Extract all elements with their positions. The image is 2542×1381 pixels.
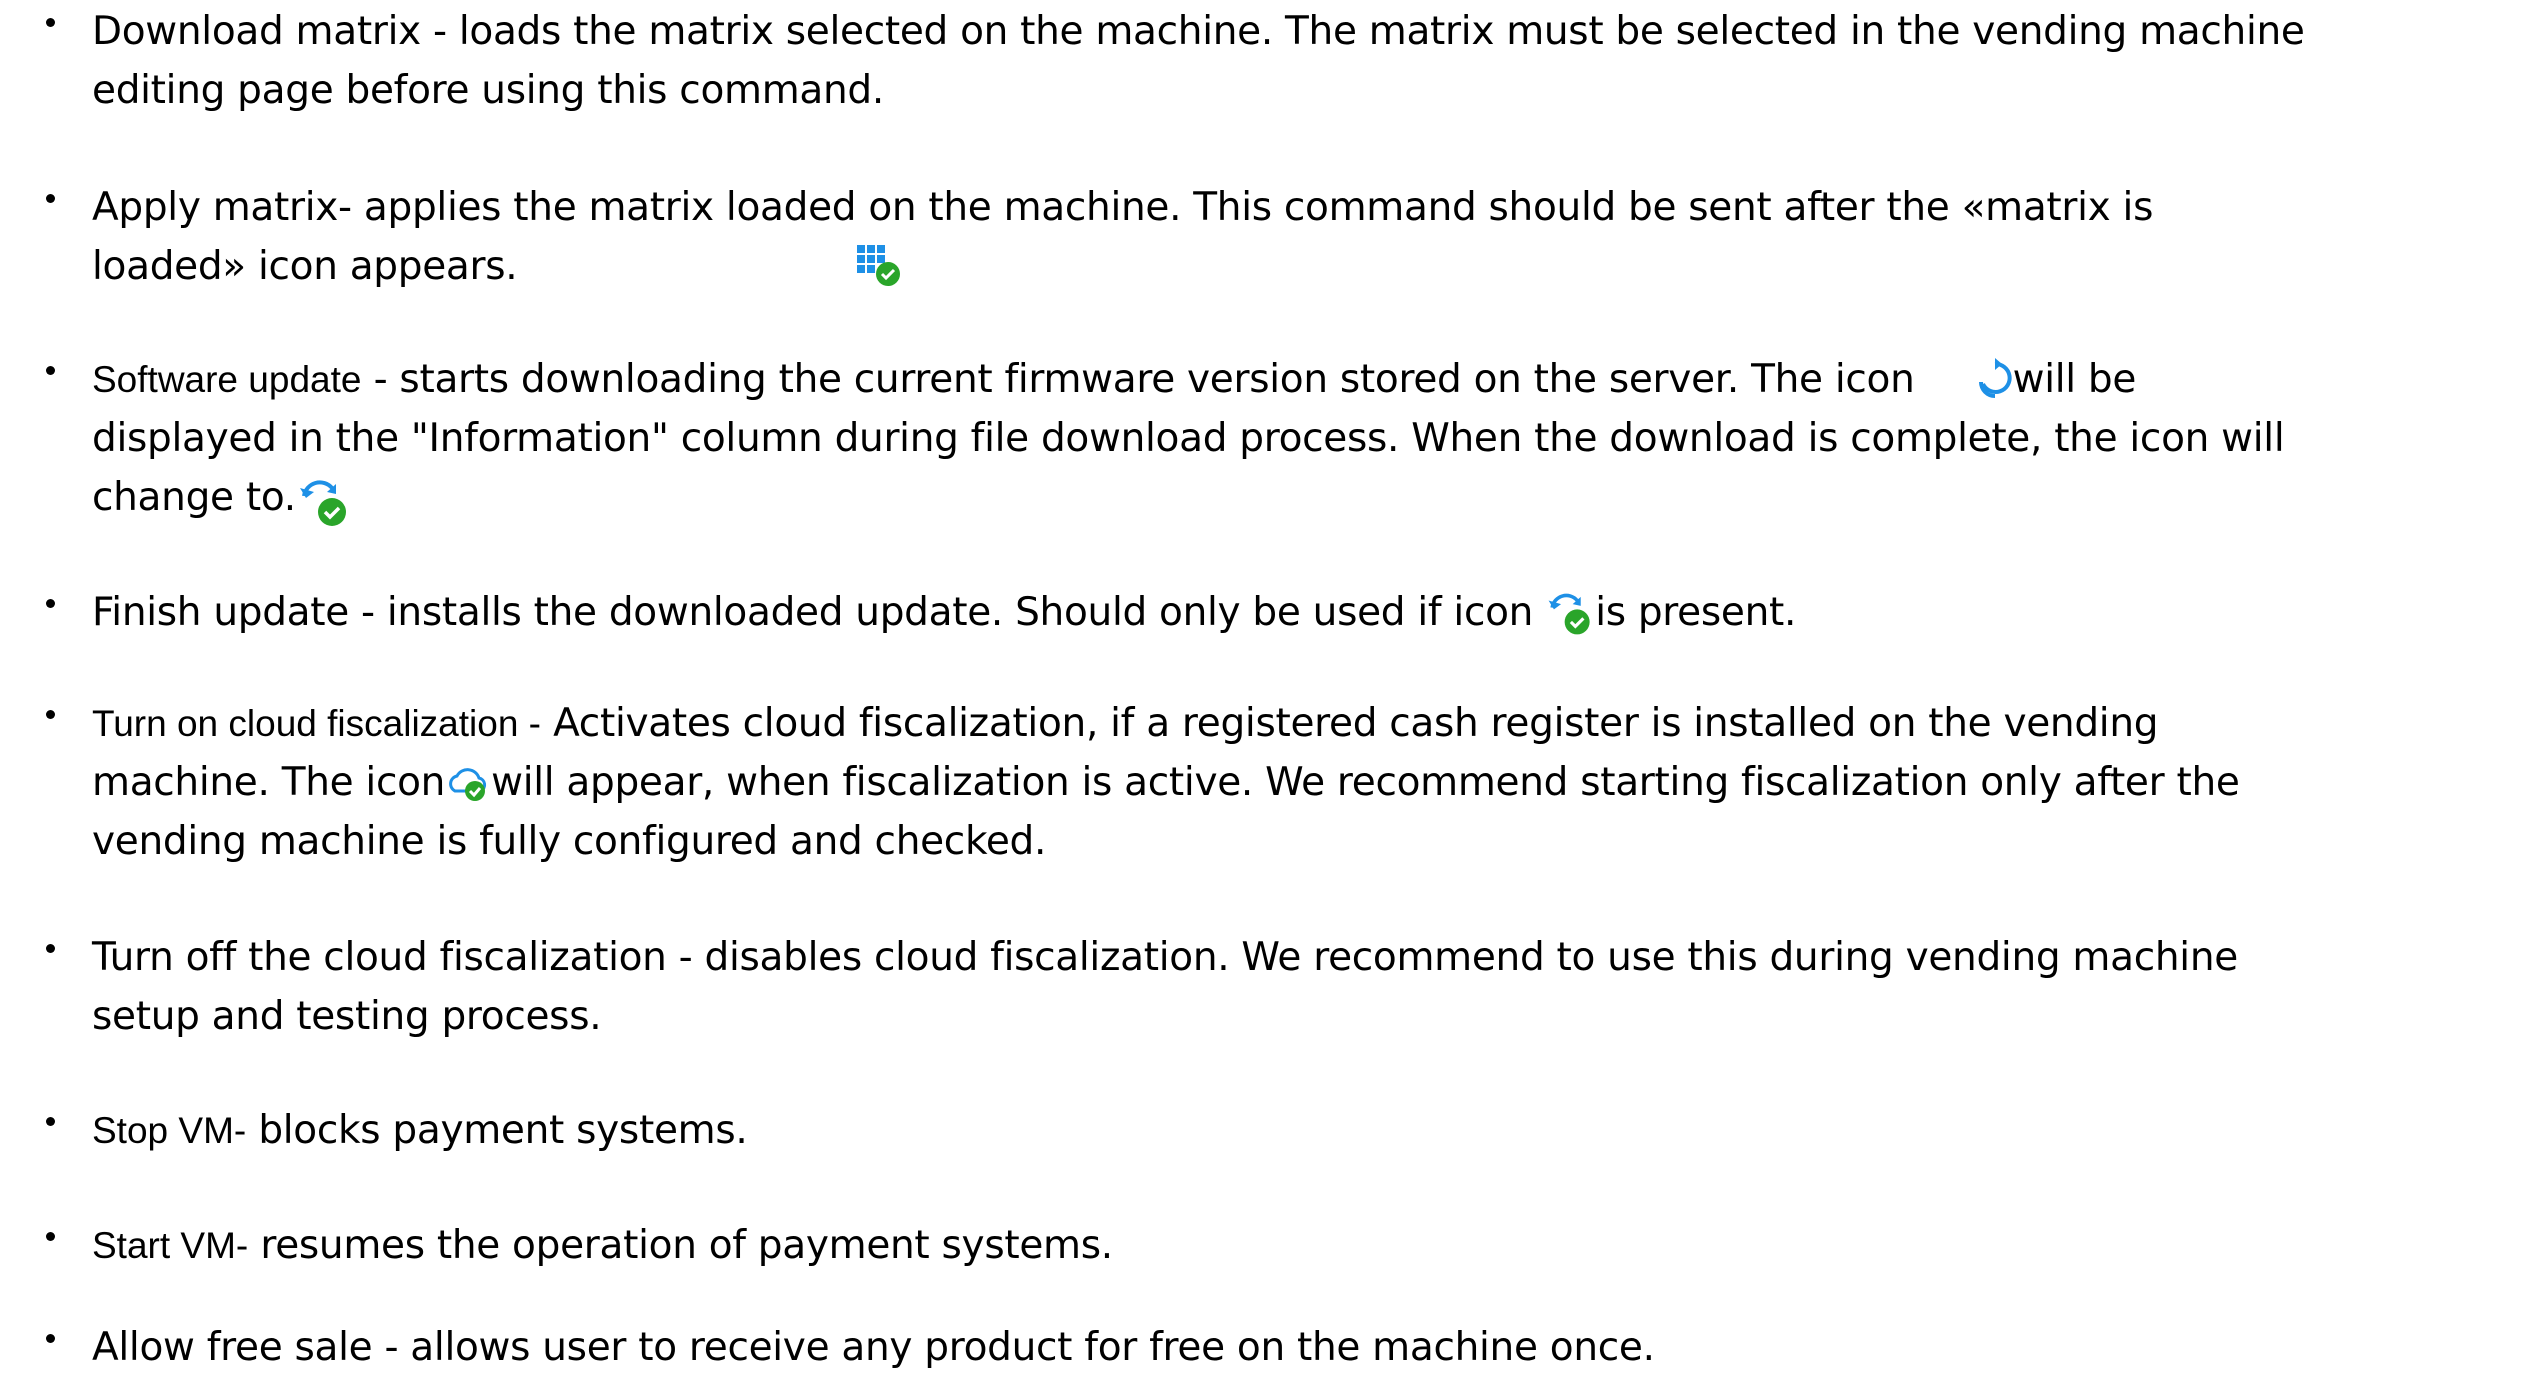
line: Start VM- resumes the operation of payme…: [92, 1216, 2522, 1275]
list-item-text: Start VM- resumes the operation of payme…: [92, 1216, 2522, 1275]
list-item-text: Allow free sale - allows user to receive…: [92, 1318, 2522, 1377]
line: machine. The icon will appear, when fisc…: [92, 753, 2522, 812]
bullet: [46, 366, 55, 375]
line-text: resumes the operation of payment systems…: [248, 1223, 1113, 1268]
line: Finish update - installs the downloaded …: [92, 583, 2522, 642]
list-item-text: Software update - starts downloading the…: [92, 350, 2522, 528]
line-text: Activates cloud fiscalization, if a regi…: [541, 701, 2159, 746]
line: Turn on cloud fiscalization - Activates …: [92, 694, 2522, 753]
list-item-text: Turn off the cloud fiscalization - disab…: [92, 928, 2522, 1046]
bullet: [46, 944, 55, 953]
line-text: will appear, when fiscalization is activ…: [491, 760, 2240, 805]
line-text: - starts downloading the current firmwar…: [361, 357, 1915, 402]
line-text: change to.: [92, 475, 296, 520]
command-label: Turn on cloud fiscalization -: [92, 703, 542, 744]
list-item-text: Stop VM- blocks payment systems.: [92, 1101, 2522, 1160]
bullet: [46, 1334, 55, 1343]
bullet: [46, 599, 55, 608]
line-text: Finish update - installs the downloaded …: [92, 590, 1534, 635]
bullet: [46, 194, 55, 203]
bullet: [46, 1232, 55, 1241]
line: Stop VM- blocks payment systems.: [92, 1101, 2522, 1160]
line: displayed in the "Information" column du…: [92, 416, 2285, 461]
line: Allow free sale - allows user to receive…: [92, 1325, 1655, 1370]
sync-downloading-icon: [1977, 357, 2013, 402]
command-label: Stop VM-: [92, 1110, 247, 1151]
bullet: [46, 18, 55, 27]
list-item-text: Download matrix - loads the matrix selec…: [92, 2, 2522, 120]
line: vending machine is fully configured and …: [92, 819, 1047, 864]
line: Software update - starts downloading the…: [92, 350, 2522, 409]
sync-complete-icon: [1545, 588, 1595, 638]
list-item-text: Turn on cloud fiscalization - Activates …: [92, 694, 2522, 871]
list-item-text: Apply matrix- applies the matrix loaded …: [92, 178, 2522, 296]
line-text: blocks payment systems.: [246, 1108, 748, 1153]
command-label: Software update: [92, 359, 362, 400]
cloud-fiscalization-icon: [445, 763, 491, 803]
line: change to.: [92, 468, 2522, 528]
line: loaded» icon appears.: [92, 237, 2522, 296]
matrix-loaded-icon: [854, 242, 904, 288]
bullet: [46, 1117, 55, 1126]
line: Apply matrix- applies the matrix loaded …: [92, 185, 2154, 230]
line: Turn off the cloud fiscalization - disab…: [92, 935, 2238, 980]
line: editing page before using this command.: [92, 68, 884, 113]
document: Download matrix - loads the matrix selec…: [0, 0, 2542, 1381]
line: Download matrix - loads the matrix selec…: [92, 9, 2305, 54]
command-label: Start VM-: [92, 1225, 249, 1266]
line-text: is present.: [1595, 590, 1797, 635]
sync-complete-icon: [296, 474, 352, 530]
line-text: loaded» icon appears.: [92, 244, 518, 289]
line: setup and testing process.: [92, 994, 602, 1039]
line-text: will be: [2012, 357, 2137, 402]
list-item-text: Finish update - installs the downloaded …: [92, 583, 2522, 642]
line-text: machine. The icon: [92, 760, 446, 805]
bullet: [46, 710, 55, 719]
